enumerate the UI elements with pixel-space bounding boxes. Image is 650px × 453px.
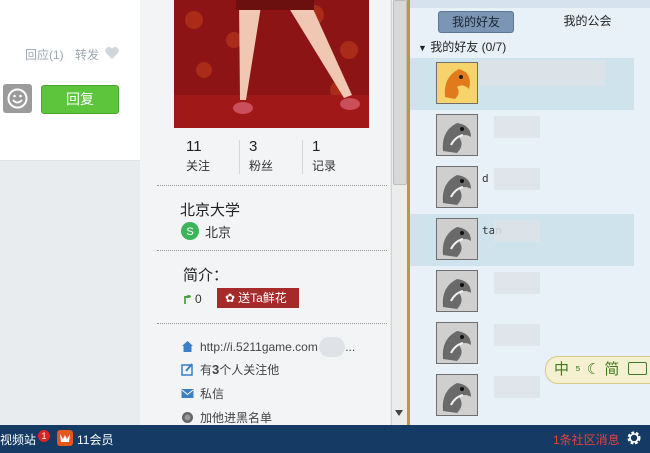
friend-avatar[interactable]: [436, 62, 478, 104]
vip-shield-icon[interactable]: [57, 430, 73, 446]
group-count: (0/7): [481, 40, 507, 54]
blurred-name: [494, 116, 540, 138]
homepage-ellipsis: ...: [345, 340, 356, 354]
flower-count: 0: [195, 292, 202, 306]
stat-divider: [302, 140, 303, 174]
intro-title: 简介：: [183, 267, 229, 284]
friend-group-header[interactable]: ▼ 我的好友 (0/7): [418, 38, 506, 55]
stat-divider: [239, 140, 240, 174]
reply-count-link[interactable]: 回应(1): [25, 48, 64, 62]
blurred-name: [494, 324, 540, 346]
ime-simplified-mode: 简: [604, 361, 620, 378]
block-icon: [182, 412, 193, 423]
message-label: 私信: [200, 387, 225, 401]
heart-icon[interactable]: [104, 46, 120, 60]
flower-sprout-icon: [184, 295, 191, 304]
video-notification-badge: 1: [38, 430, 50, 442]
blacklist-link[interactable]: 加他进黑名单: [181, 409, 272, 426]
mail-icon: [181, 389, 194, 398]
stat-fans-count: 3: [249, 138, 258, 155]
stat-fans[interactable]: 3 粉丝: [249, 138, 309, 174]
friend-avatar[interactable]: [436, 270, 478, 312]
ime-toolbar[interactable]: 中 ⁵ ☾ 简: [545, 356, 650, 384]
message-link[interactable]: 私信: [181, 385, 224, 402]
blurred-name: [480, 60, 605, 86]
ime-chinese-mode: 中: [554, 361, 570, 378]
blurred-name: [494, 220, 540, 242]
homepage-link[interactable]: http://i.5211game.com ...: [181, 337, 355, 357]
gear-icon[interactable]: [626, 430, 642, 446]
stat-following[interactable]: 11 关注: [186, 138, 246, 174]
smiley-icon: [7, 88, 28, 109]
svg-text:S: S: [186, 226, 193, 238]
profile-photo[interactable]: [174, 0, 369, 128]
rose-icon: ✿: [225, 291, 236, 305]
edit-icon: [181, 363, 193, 376]
tab-my-friends[interactable]: 我的好友: [438, 11, 514, 33]
feed-actions: 回应(1) 转发: [25, 46, 107, 63]
blurred-region: [319, 337, 346, 357]
stat-records-label: 记录: [312, 159, 337, 173]
reply-button[interactable]: 回复: [41, 85, 119, 114]
followers-prefix: 有: [200, 363, 213, 377]
collapse-arrow-icon: ▼: [418, 43, 427, 53]
ime-punct-icon: ⁵: [575, 362, 581, 377]
members-link[interactable]: 11会员: [77, 431, 113, 448]
moon-icon: ☾: [586, 361, 601, 378]
panel-top-strip: [410, 0, 650, 8]
blurred-name: [494, 168, 540, 190]
tab-my-guild[interactable]: 我的公会: [545, 11, 630, 31]
send-flower-label: 送Ta鲜花: [238, 291, 287, 305]
friend-avatar[interactable]: [436, 322, 478, 364]
stat-records-count: 1: [312, 138, 321, 155]
friend-avatar[interactable]: [436, 218, 478, 260]
video-station-link[interactable]: 视频站: [0, 431, 36, 448]
location-icon: S: [181, 222, 199, 240]
friend-name: d: [482, 172, 489, 185]
stat-records[interactable]: 1 记录: [312, 138, 372, 174]
community-notification-link[interactable]: 1条社区消息: [553, 431, 620, 448]
school-name: 北京大学: [180, 202, 241, 219]
scrollbar-thumb[interactable]: [393, 0, 407, 185]
keyboard-icon: [627, 362, 647, 375]
blurred-name: [494, 272, 540, 294]
friend-avatar[interactable]: [436, 374, 478, 416]
group-label: 我的好友: [430, 40, 479, 54]
section-divider: [157, 323, 387, 324]
followers-link[interactable]: 有3个人关注他: [181, 361, 279, 378]
home-icon: [182, 341, 193, 352]
emoji-button[interactable]: [3, 84, 32, 113]
friend-avatar[interactable]: [436, 166, 478, 208]
stat-following-label: 关注: [186, 159, 211, 173]
section-divider: [157, 185, 387, 186]
city-name: 北京: [205, 225, 232, 240]
forward-link[interactable]: 转发: [75, 48, 99, 62]
blurred-name: [494, 376, 540, 398]
followers-suffix: 个人关注他: [219, 363, 280, 377]
stat-fans-label: 粉丝: [249, 159, 274, 173]
section-divider: [157, 250, 387, 251]
homepage-url: http://i.5211game.com: [200, 340, 318, 354]
stat-following-count: 11: [186, 138, 202, 155]
send-flower-button[interactable]: ✿ 送Ta鲜花: [217, 288, 299, 308]
friend-avatar[interactable]: [436, 114, 478, 156]
scroll-down-arrow-icon[interactable]: [395, 410, 403, 416]
blacklist-label: 加他进黑名单: [200, 411, 273, 425]
feed-card: [0, 0, 141, 161]
